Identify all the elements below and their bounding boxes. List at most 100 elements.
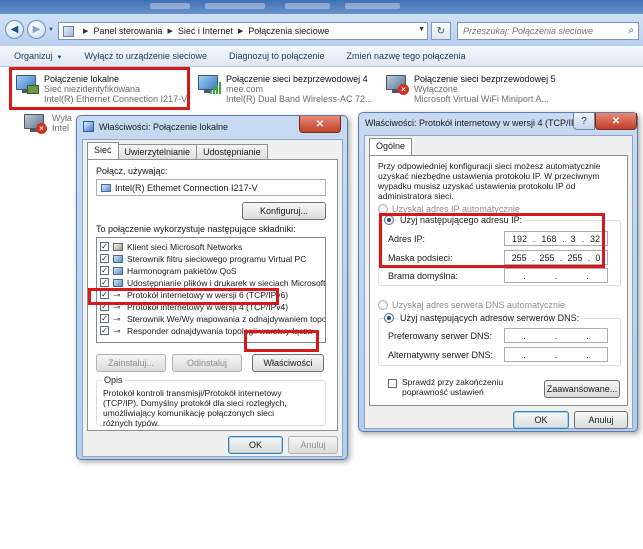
ip-address-input[interactable]: 192. 168. 3. 32 [504, 231, 608, 246]
connection-device: Intel [52, 123, 70, 133]
ip-separator: . [586, 330, 589, 341]
ip-separator: . [559, 252, 563, 263]
disable-device-button[interactable]: Wyłącz to urządzenie sieciowe [84, 51, 206, 61]
connection-local[interactable]: Połączenie lokalne Sieć niezidentyfikowa… [14, 72, 188, 108]
connection-status: Sieć niezidentyfikowana [44, 84, 141, 94]
ip-address-label: Adres IP: [388, 234, 426, 244]
tab-general[interactable]: Ogólne [369, 138, 413, 155]
mask-octet: 255 [511, 252, 527, 263]
address-bar[interactable]: ▶ Panel sterowania ▶ Sieć i Internet ▶ P… [58, 22, 428, 40]
ip-separator: . [523, 349, 526, 360]
auto-dns-label: Uzyskaj adres serwera DNS automatycznie [392, 300, 566, 310]
back-button[interactable]: ◀ [5, 20, 24, 39]
ip-octet: 192 [511, 233, 527, 244]
validate-label: Sprawdź przy zakończeniu poprawność usta… [402, 377, 504, 397]
list-item[interactable]: ✓ Harmonogram pakietów QoS [100, 265, 237, 276]
component-checkbox[interactable]: ✓ [100, 278, 109, 287]
ok-button[interactable]: OK [513, 411, 569, 429]
connection-name: Połączenie lokalne [44, 74, 120, 84]
component-checkbox[interactable]: ✓ [100, 302, 109, 311]
forward-button[interactable]: ▶ [27, 20, 46, 39]
mask-octet: 0 [595, 252, 601, 263]
tab-authentication[interactable]: Uwierzytelnianie [117, 144, 198, 159]
list-item[interactable]: ✓ Udostępnianie plików i drukarek w sieci… [100, 277, 325, 288]
manual-ip-label: Użyj następującego adresu IP: [398, 215, 525, 225]
dialog-title: Właściwości: Protokół internetowy w wers… [365, 118, 590, 128]
manual-dns-radio[interactable] [384, 313, 394, 323]
address-dropdown-icon[interactable]: ▼ [418, 26, 425, 33]
diagnose-button[interactable]: Diagnozuj to połączenie [229, 51, 325, 61]
component-checkbox[interactable]: ✓ [100, 242, 109, 251]
search-input[interactable] [463, 26, 613, 36]
titlebar-blur [345, 3, 400, 9]
connection-status: mee.com [226, 84, 264, 94]
component-checkbox[interactable]: ✓ [100, 326, 109, 335]
breadcrumb-network-internet[interactable]: Sieć i Internet [178, 26, 233, 36]
tab-network[interactable]: Sieć [87, 142, 119, 159]
properties-button[interactable]: Właściwości [252, 354, 324, 372]
alternate-dns-input[interactable]: ... [504, 347, 608, 362]
subnet-mask-input[interactable]: 255. 255. 255. 0 [504, 250, 608, 265]
ipv4-properties-dialog: Właściwości: Protokół internetowy w wers… [358, 112, 638, 432]
preferred-dns-input[interactable]: ... [504, 328, 608, 343]
connection-device: Intel(R) Ethernet Connection I217-V [44, 94, 188, 104]
ok-button[interactable]: OK [228, 436, 283, 454]
gateway-input[interactable]: ... [504, 268, 608, 283]
validate-checkbox[interactable] [388, 379, 397, 388]
refresh-button[interactable]: ↻ [431, 22, 451, 40]
connection-wireless-5[interactable]: × Połączenie sieci bezprzewodowej 5 Wyłą… [384, 72, 564, 108]
breadcrumb-control-panel[interactable]: Panel sterowania [93, 26, 162, 36]
close-button[interactable]: ✕ [299, 116, 341, 133]
control-panel-icon [63, 25, 74, 37]
manual-ip-radio[interactable] [384, 215, 394, 225]
close-button[interactable]: ✕ [595, 113, 637, 130]
list-item[interactable]: ✓ ⊸ Protokół internetowy w wersji 6 (TCP/I… [100, 289, 288, 300]
dropdown-arrow-icon: ▼ [56, 55, 63, 61]
ip-octet: 32 [590, 233, 601, 244]
list-item[interactable]: ✓ Sterownik filtru sieciowego programu Vi… [100, 253, 306, 264]
ip-separator: . [586, 349, 589, 360]
configure-button[interactable]: Konfiguruj... [242, 202, 326, 220]
cancel-button[interactable]: Anuluj [574, 411, 628, 429]
breadcrumb-network-connections[interactable]: Połączenia sieciowe [248, 26, 329, 36]
rename-button[interactable]: Zmień nazwę tego połączenia [347, 51, 466, 61]
component-checkbox[interactable]: ✓ [100, 266, 109, 275]
component-label: Sterownik We/Wy mapowania z odnajdywanie… [127, 313, 326, 324]
uninstall-button[interactable]: Odinstaluj [172, 354, 242, 372]
list-item[interactable]: ✓ ⊸ Protokół internetowy w wersji 4 (TCP/I… [100, 301, 288, 312]
connection-wireless-4[interactable]: Połączenie sieci bezprzewodowej 4 mee.co… [196, 72, 373, 108]
cancel-button[interactable]: Anuluj [288, 436, 338, 454]
titlebar-blur [150, 3, 190, 9]
help-button[interactable]: ? [573, 113, 595, 130]
wireless-network-icon [196, 75, 222, 97]
ip-separator: . [581, 233, 585, 244]
advanced-button[interactable]: Zaawansowane... [544, 380, 620, 398]
search-icon[interactable]: ⌕ [628, 25, 634, 36]
recent-pages-dropdown[interactable]: ▼ [48, 27, 54, 33]
tab-sharing[interactable]: Udostępnianie [196, 144, 268, 159]
search-box[interactable]: ⌕ [457, 22, 639, 40]
list-item[interactable]: ✓ ⊸ Responder odnajdywania topologii warst… [100, 325, 312, 336]
help-icon: ? [581, 115, 587, 127]
connection-partial[interactable]: × Wyła Intel [22, 111, 82, 141]
component-checkbox[interactable]: ✓ [100, 254, 109, 263]
list-item[interactable]: ✓ ⊸ Sterownik We/Wy mapowania z odnajdywan… [100, 313, 326, 324]
connection-status: Wyłączone [414, 84, 458, 94]
auto-ip-radio[interactable] [378, 204, 388, 214]
auto-ip-label: Uzyskaj adres IP automatycznie [392, 204, 520, 214]
component-checkbox[interactable]: ✓ [100, 314, 109, 323]
component-checkbox[interactable]: ✓ [100, 290, 109, 299]
close-icon: ✕ [611, 115, 621, 127]
install-button[interactable]: Zainstaluj... [96, 354, 166, 372]
background-watermark [20, 515, 31, 549]
adapter-field: Intel(R) Ethemet Connection I217-V [96, 179, 326, 196]
list-item[interactable]: ✓ Klient sieci Microsoft Networks [100, 241, 242, 252]
connection-device: Microsoft Virtual WiFi Miniport A... [414, 94, 549, 104]
alternate-dns-label: Alternatywny serwer DNS: [388, 350, 494, 360]
organize-menu[interactable]: Organizuj ▼ [14, 51, 62, 61]
components-list[interactable]: ✓ Klient sieci Microsoft Networks ✓ Sterow… [96, 237, 326, 343]
component-label: Klient sieci Microsoft Networks [127, 241, 243, 252]
auto-dns-radio[interactable] [378, 300, 388, 310]
description-group-title: Opis [102, 375, 125, 385]
connection-name: Połączenie sieci bezprzewodowej 4 [226, 74, 368, 84]
